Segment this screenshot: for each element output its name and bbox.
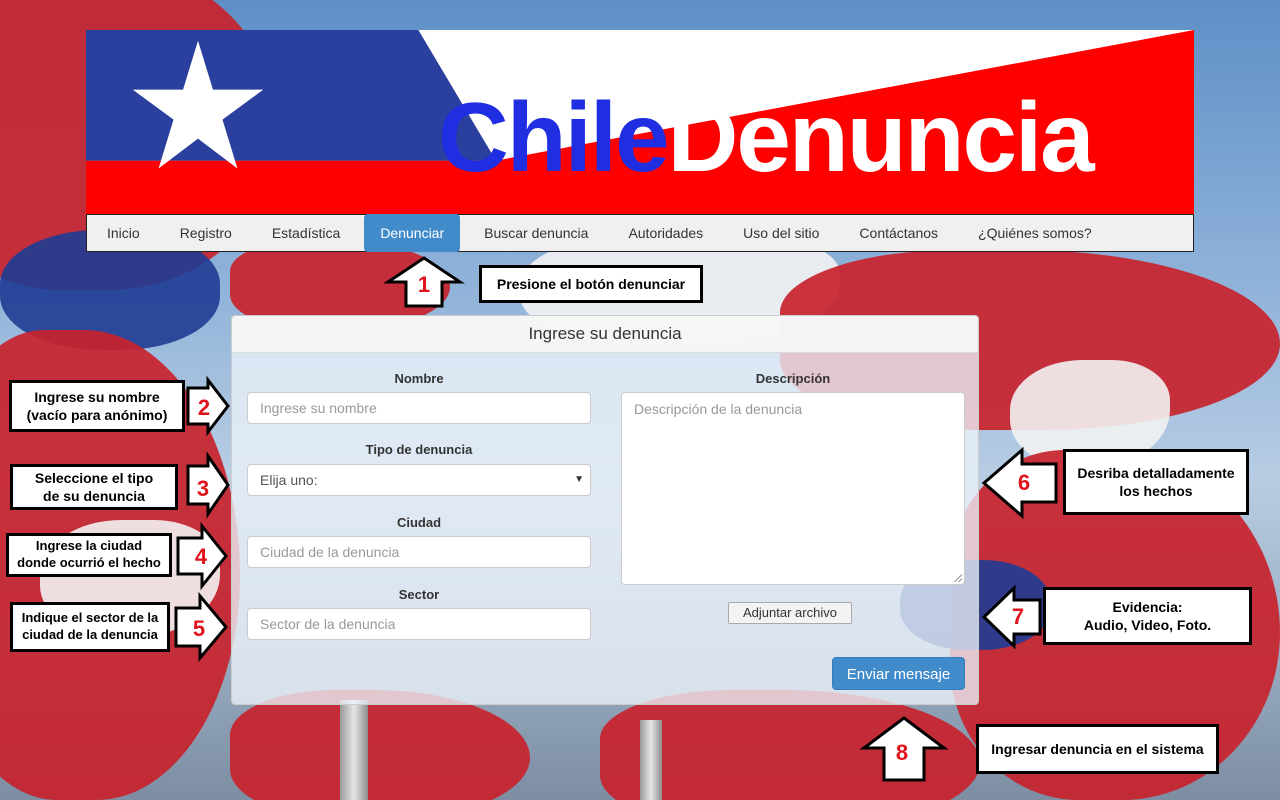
sector-label: Sector xyxy=(398,587,440,602)
callout-3-line2: de su denuncia xyxy=(43,488,145,504)
callout-3-box: Seleccione el tipo de su denuncia xyxy=(10,464,178,510)
callout-5-line1: Indique el sector de la xyxy=(21,610,159,626)
form-title: Ingrese su denuncia xyxy=(232,316,978,353)
star-icon xyxy=(132,40,264,169)
callout-5-box: Indique el sector de la ciudad de la den… xyxy=(10,602,170,652)
callout-6-line2: los hechos xyxy=(1119,483,1193,499)
nombre-label: Nombre xyxy=(394,371,444,386)
descripcion-label: Descripción xyxy=(755,371,831,386)
callout-4-line1: Ingrese la ciudad xyxy=(35,538,143,554)
nav-quienes-somos[interactable]: ¿Quiénes somos? xyxy=(962,214,1108,252)
callout-6-box: Desriba detalladamente los hechos xyxy=(1063,449,1249,515)
site-banner: ChileDenuncia xyxy=(86,30,1194,214)
nav-estadistica[interactable]: Estadística xyxy=(256,214,356,252)
nav-uso-del-sitio[interactable]: Uso del sitio xyxy=(727,214,835,252)
nombre-input[interactable]: Ingrese su nombre xyxy=(247,392,591,424)
main-navbar: Inicio Registro Estadística Denunciar Bu… xyxy=(86,214,1194,252)
callout-7-number: 7 xyxy=(1011,604,1025,629)
logo-text-denuncia: Denuncia xyxy=(667,82,1095,192)
descripcion-textarea[interactable]: Descripción de la denuncia xyxy=(621,392,965,585)
descripcion-placeholder: Descripción de la denuncia xyxy=(634,401,803,417)
tipo-label: Tipo de denuncia xyxy=(365,442,473,457)
nav-autoridades[interactable]: Autoridades xyxy=(612,214,719,252)
callout-5-number: 5 xyxy=(192,616,206,641)
sector-input[interactable]: Sector de la denuncia xyxy=(247,608,591,640)
callout-1-number: 1 xyxy=(417,272,431,297)
callout-3-number: 3 xyxy=(196,476,210,501)
callout-6-number: 6 xyxy=(1017,470,1031,495)
nav-denunciar[interactable]: Denunciar xyxy=(364,214,461,252)
nav-inicio[interactable]: Inicio xyxy=(91,214,156,252)
callout-4-box: Ingrese la ciudad donde ocurrió el hecho xyxy=(6,533,172,577)
caret-down-icon: ▼ xyxy=(574,474,584,485)
attach-file-button[interactable]: Adjuntar archivo xyxy=(728,602,852,624)
callout-7-line1: Evidencia: xyxy=(1112,598,1183,615)
callout-2-line2: (vacío para anónimo) xyxy=(26,407,168,423)
callout-7-line2: Audio, Video, Foto. xyxy=(1083,617,1212,633)
callout-2-number: 2 xyxy=(197,395,211,420)
complaint-form-panel: Ingrese su denuncia Nombre Ingrese su no… xyxy=(231,315,979,705)
callout-4-line2: donde ocurrió el hecho xyxy=(17,555,161,570)
callout-2-box: Ingrese su nombre (vacío para anónimo) xyxy=(9,380,185,432)
callout-1-box: Presione el botón denunciar xyxy=(479,265,703,303)
nav-registro[interactable]: Registro xyxy=(164,214,248,252)
nav-contactanos[interactable]: Contáctanos xyxy=(843,214,954,252)
callout-8-box: Ingresar denuncia en el sistema xyxy=(976,724,1219,774)
callout-6-line1: Desriba detalladamente xyxy=(1077,464,1235,481)
callout-3-line1: Seleccione el tipo xyxy=(34,469,154,486)
tipo-select[interactable]: Elija uno: ▼ xyxy=(247,464,591,496)
callout-2-line1: Ingrese su nombre xyxy=(34,388,160,405)
resize-handle-icon[interactable] xyxy=(954,574,962,582)
ciudad-label: Ciudad xyxy=(396,515,442,530)
callout-4-number: 4 xyxy=(194,544,208,569)
logo-text-chile: Chile xyxy=(438,82,670,192)
callout-7-box: Evidencia: Audio, Video, Foto. xyxy=(1043,587,1252,645)
callout-5-line2: ciudad de la denuncia xyxy=(22,627,158,642)
nav-buscar-denuncia[interactable]: Buscar denuncia xyxy=(468,214,604,252)
tipo-selected-value: Elija uno: xyxy=(260,472,318,488)
ciudad-input[interactable]: Ciudad de la denuncia xyxy=(247,536,591,568)
site-logo-title: ChileDenuncia xyxy=(438,88,1095,186)
submit-button[interactable]: Enviar mensaje xyxy=(832,657,965,690)
callout-8-number: 8 xyxy=(895,740,909,765)
